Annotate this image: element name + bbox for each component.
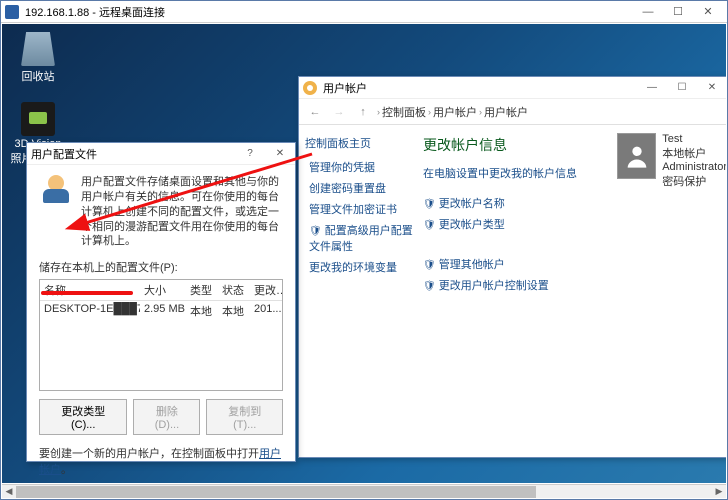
breadcrumb-leaf[interactable]: 用户帐户 bbox=[484, 104, 528, 120]
cp-sidebar: 控制面板主页 管理你的凭据 创建密码重置盘 管理文件加密证书 配置高级用户配置文… bbox=[299, 125, 419, 457]
cp-title-text: 用户帐户 bbox=[323, 80, 367, 96]
dlg-help-button[interactable]: ? bbox=[235, 144, 265, 164]
rdp-title-text: 192.168.1.88 - 远程桌面连接 bbox=[25, 4, 165, 20]
breadcrumb[interactable]: › 控制面板 › 用户帐户 › 用户帐户 bbox=[377, 104, 721, 120]
link-change-type[interactable]: 更改帐户类型 bbox=[423, 216, 719, 232]
nav-back-button[interactable]: ← bbox=[305, 102, 325, 122]
nav-forward-button[interactable]: → bbox=[329, 102, 349, 122]
desktop-icon-label: 回收站 bbox=[8, 68, 68, 84]
sidebar-item-credentials[interactable]: 管理你的凭据 bbox=[305, 159, 413, 175]
cp-maximize-button[interactable]: ☐ bbox=[667, 78, 697, 98]
change-type-button[interactable]: 更改类型(C)... bbox=[39, 399, 127, 435]
user-role: Administrator bbox=[662, 161, 726, 173]
copy-to-button: 复制到(T)... bbox=[206, 399, 283, 435]
desktop-icon-recycle-bin[interactable]: 回收站 bbox=[8, 32, 68, 84]
user-pw: 密码保护 bbox=[662, 173, 726, 189]
col-status[interactable]: 状态 bbox=[218, 280, 250, 300]
user-accounts-icon bbox=[303, 81, 317, 95]
scroll-right-button[interactable]: ▶ bbox=[712, 485, 726, 498]
sidebar-item-env-vars[interactable]: 更改我的环境变量 bbox=[305, 259, 413, 275]
scroll-left-button[interactable]: ◀ bbox=[2, 485, 16, 498]
nav-up-button[interactable]: ↑ bbox=[353, 102, 373, 122]
person-icon bbox=[623, 142, 651, 170]
dlg-description: 用户配置文件存储桌面设置和其他与你的用户帐户有关的信息。可在你使用的每台计算机上… bbox=[81, 175, 283, 249]
col-modified[interactable]: 更改… bbox=[250, 280, 282, 300]
cp-sidebar-header[interactable]: 控制面板主页 bbox=[305, 135, 413, 151]
profiles-list-label: 储存在本机上的配置文件(P): bbox=[39, 259, 283, 275]
cp-minimize-button[interactable]: — bbox=[637, 78, 667, 98]
close-button[interactable]: ✕ bbox=[693, 2, 723, 22]
link-change-uac[interactable]: 更改用户帐户控制设置 bbox=[423, 277, 719, 293]
current-user-tile: Test 本地帐户 Administrator 密码保护 bbox=[617, 133, 726, 189]
breadcrumb-root[interactable]: 控制面板 bbox=[382, 104, 426, 120]
cp-close-button[interactable]: ✕ bbox=[697, 78, 726, 98]
user-profile-dialog[interactable]: 用户配置文件 ? ✕ 用户配置文件存储桌面设置和其他与你的用户帐户有关的信息。可… bbox=[26, 142, 296, 462]
cell-type: 本地 bbox=[186, 301, 218, 321]
breadcrumb-mid[interactable]: 用户帐户 bbox=[433, 104, 477, 120]
sidebar-item-encryption-cert[interactable]: 管理文件加密证书 bbox=[305, 201, 413, 217]
dlg-close-button[interactable]: ✕ bbox=[265, 144, 295, 164]
cell-name: DESKTOP-1E███7\Test bbox=[40, 301, 140, 321]
cell-status: 本地 bbox=[218, 301, 250, 321]
remote-desktop-wallpaper[interactable]: 回收站 3D Vision 照片查看器 用户帐户 — ☐ ✕ ← → ↑ › bbox=[2, 24, 726, 483]
link-manage-others[interactable]: 管理其他帐户 bbox=[423, 256, 719, 272]
user-type: 本地帐户 bbox=[662, 145, 726, 161]
recycle-bin-icon bbox=[21, 32, 55, 66]
sidebar-item-password-reset[interactable]: 创建密码重置盘 bbox=[305, 180, 413, 196]
dlg-footer-prefix: 要创建一个新的用户帐户，在控制面板中打开 bbox=[39, 448, 259, 460]
cp-titlebar[interactable]: 用户帐户 — ☐ ✕ bbox=[299, 77, 726, 99]
cp-main-panel: 更改帐户信息 在电脑设置中更改我的帐户信息 更改帐户名称 更改帐户类型 管理其他… bbox=[419, 125, 726, 457]
cp-nav-toolbar: ← → ↑ › 控制面板 › 用户帐户 › 用户帐户 bbox=[299, 99, 726, 125]
rdp-titlebar[interactable]: 192.168.1.88 - 远程桌面连接 — ☐ ✕ bbox=[1, 1, 727, 23]
profiles-list[interactable]: 名称 大小 类型 状态 更改… DESKTOP-1E███7\Test 2.95… bbox=[39, 279, 283, 391]
minimize-button[interactable]: — bbox=[633, 2, 663, 22]
maximize-button[interactable]: ☐ bbox=[663, 2, 693, 22]
avatar bbox=[617, 133, 656, 179]
dlg-titlebar[interactable]: 用户配置文件 ? ✕ bbox=[27, 143, 295, 165]
col-type[interactable]: 类型 bbox=[186, 280, 218, 300]
col-size[interactable]: 大小 bbox=[140, 280, 186, 300]
rdp-window: 192.168.1.88 - 远程桌面连接 — ☐ ✕ 回收站 3D Visio… bbox=[0, 0, 728, 500]
dlg-footer-text: 要创建一个新的用户帐户，在控制面板中打开用户帐户。 bbox=[39, 445, 283, 477]
rdp-icon bbox=[5, 5, 19, 19]
sidebar-item-advanced-profile[interactable]: 配置高级用户配置文件属性 bbox=[305, 222, 413, 254]
scroll-thumb[interactable] bbox=[16, 486, 536, 498]
horizontal-scrollbar[interactable]: ◀ ▶ bbox=[2, 484, 726, 498]
dlg-title-text: 用户配置文件 bbox=[31, 146, 97, 162]
cell-modified: 201... bbox=[250, 301, 282, 321]
annotation-redline bbox=[41, 291, 133, 295]
user-name: Test bbox=[662, 133, 726, 145]
control-panel-window[interactable]: 用户帐户 — ☐ ✕ ← → ↑ › 控制面板 › 用户帐户 › 用户帐户 bbox=[298, 76, 726, 458]
profile-icon bbox=[39, 175, 73, 209]
cell-size: 2.95 MB bbox=[140, 301, 186, 321]
delete-button: 删除(D)... bbox=[133, 399, 200, 435]
nvidia-icon bbox=[21, 102, 55, 136]
link-change-name[interactable]: 更改帐户名称 bbox=[423, 195, 719, 211]
list-row[interactable]: DESKTOP-1E███7\Test 2.95 MB 本地 本地 201... bbox=[40, 301, 282, 321]
